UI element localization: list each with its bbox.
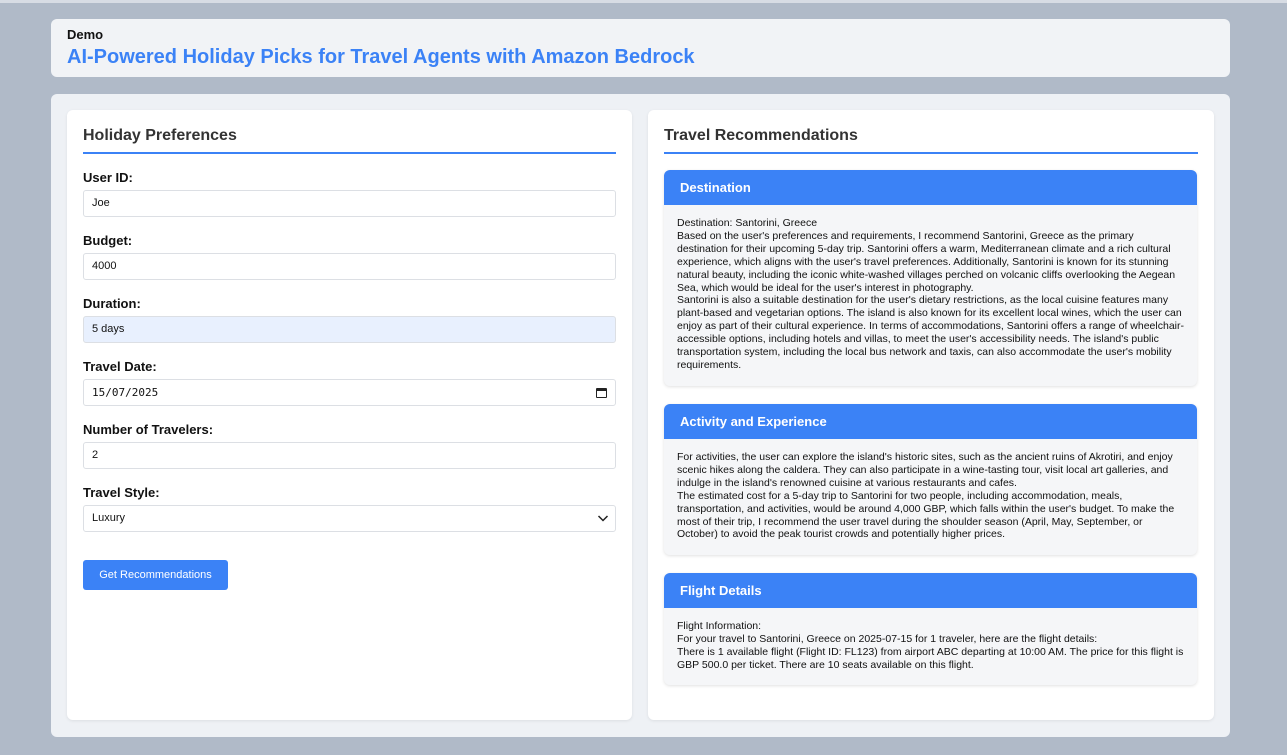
destination-card: Destination Destination: Santorini, Gree… bbox=[664, 170, 1197, 386]
travelers-label: Number of Travelers: bbox=[83, 422, 214, 437]
destination-heading: Destination bbox=[664, 170, 1197, 205]
flight-card: Flight Details Flight Information: For y… bbox=[664, 573, 1197, 685]
activity-text: The estimated cost for a 5-day trip to S… bbox=[677, 489, 1175, 541]
flight-body: Flight Information: For your travel to S… bbox=[664, 608, 1197, 682]
duration-input[interactable]: 5 days bbox=[83, 316, 616, 343]
travel-date-input[interactable]: 15/07/2025 bbox=[83, 379, 616, 406]
preferences-panel: Holiday Preferences User ID: Joe Budget:… bbox=[67, 110, 632, 720]
recommendations-title: Travel Recommendations bbox=[664, 126, 1198, 154]
chevron-down-icon bbox=[597, 515, 609, 522]
recommendations-panel: Travel Recommendations Destination Desti… bbox=[648, 110, 1214, 720]
travel-style-value: Luxury bbox=[92, 512, 126, 524]
destination-text: Santorini is also a suitable destination… bbox=[677, 294, 1184, 371]
destination-body: Destination: Santorini, Greece Based on … bbox=[664, 205, 1197, 382]
flight-text: For your travel to Santorini, Greece on … bbox=[677, 632, 1098, 645]
duration-field: Duration: 5 days bbox=[83, 296, 616, 343]
activity-text: For activities, the user can explore the… bbox=[677, 451, 1173, 489]
travel-style-field: Travel Style: Luxury bbox=[83, 485, 616, 532]
demo-label: Demo bbox=[67, 27, 104, 42]
flight-heading: Flight Details bbox=[664, 573, 1197, 608]
main-container: Holiday Preferences User ID: Joe Budget:… bbox=[51, 94, 1230, 737]
flight-text: There is 1 available flight (Flight ID: … bbox=[677, 645, 1184, 671]
page-title: AI-Powered Holiday Picks for Travel Agen… bbox=[67, 46, 695, 68]
budget-field: Budget: 4000 bbox=[83, 233, 616, 280]
destination-text: Destination: Santorini, Greece bbox=[677, 217, 818, 229]
budget-label: Budget: bbox=[83, 233, 133, 248]
header: Demo AI-Powered Holiday Picks for Travel… bbox=[51, 19, 1230, 77]
travel-style-label: Travel Style: bbox=[83, 485, 160, 500]
travel-date-value: 15/07/2025 bbox=[92, 386, 159, 399]
user-id-field: User ID: Joe bbox=[83, 170, 616, 217]
travel-date-field: Travel Date: 15/07/2025 bbox=[83, 359, 616, 406]
flight-text: Flight Information: bbox=[677, 620, 762, 632]
user-id-input[interactable]: Joe bbox=[83, 190, 616, 217]
activity-body: For activities, the user can explore the… bbox=[664, 439, 1197, 551]
travel-style-select[interactable]: Luxury bbox=[83, 505, 616, 532]
budget-input[interactable]: 4000 bbox=[83, 253, 616, 280]
calendar-icon[interactable] bbox=[596, 388, 607, 398]
destination-text: Based on the user's preferences and requ… bbox=[677, 229, 1176, 294]
travelers-input[interactable]: 2 bbox=[83, 442, 616, 469]
preferences-title: Holiday Preferences bbox=[83, 126, 616, 154]
activity-heading: Activity and Experience bbox=[664, 404, 1197, 439]
activity-card: Activity and Experience For activities, … bbox=[664, 404, 1197, 555]
window-top-edge bbox=[0, 0, 1287, 3]
get-recommendations-button[interactable]: Get Recommendations bbox=[83, 560, 228, 590]
travelers-field: Number of Travelers: 2 bbox=[83, 422, 616, 469]
user-id-label: User ID: bbox=[83, 170, 133, 185]
travel-date-label: Travel Date: bbox=[83, 359, 157, 374]
duration-label: Duration: bbox=[83, 296, 141, 311]
